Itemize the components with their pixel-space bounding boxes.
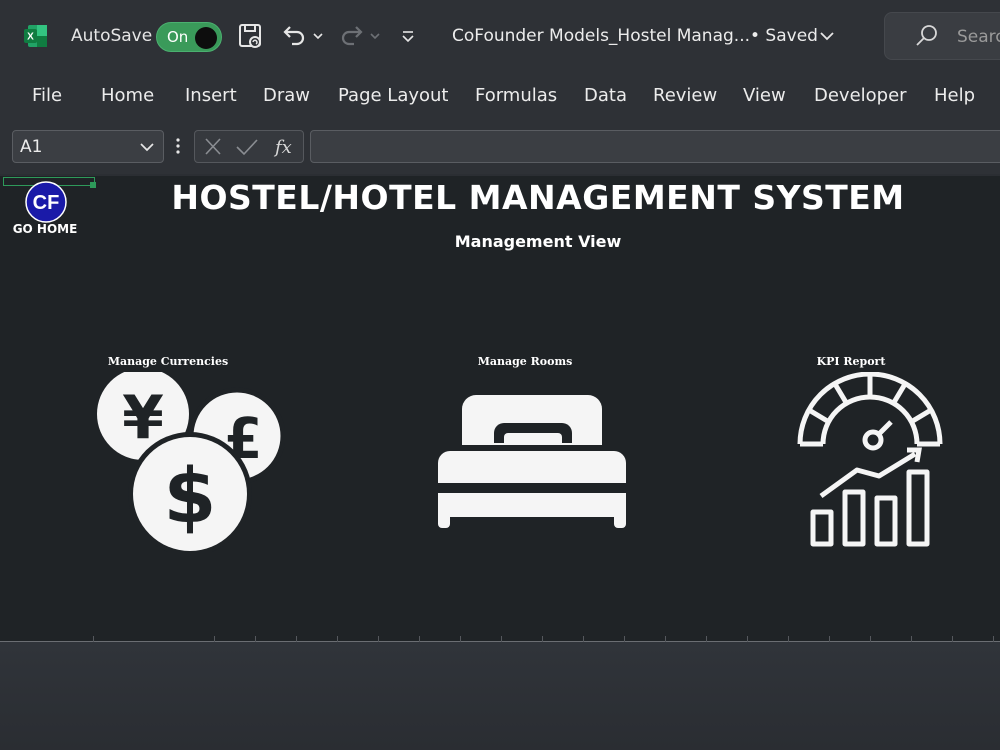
column-divider bbox=[296, 636, 297, 642]
title-bar: X AutoSave On CoFounder Models_Hostel Ma… bbox=[0, 0, 1000, 72]
column-divider bbox=[337, 636, 338, 642]
column-divider bbox=[419, 636, 420, 642]
page-subtitle: Management View bbox=[454, 232, 622, 251]
column-divider bbox=[214, 636, 215, 642]
column-divider bbox=[911, 636, 912, 642]
tab-draw[interactable]: Draw bbox=[263, 85, 310, 106]
save-icon[interactable] bbox=[238, 22, 264, 50]
column-divider bbox=[870, 636, 871, 642]
column-divider bbox=[501, 636, 502, 642]
column-divider bbox=[993, 636, 994, 642]
tab-page-layout[interactable]: Page Layout bbox=[338, 85, 449, 106]
formula-controls: fx bbox=[194, 130, 304, 163]
svg-text:X: X bbox=[27, 32, 34, 43]
redo-icon[interactable] bbox=[338, 22, 366, 50]
tab-view[interactable]: View bbox=[743, 85, 786, 106]
worksheet-empty-area bbox=[0, 641, 1000, 750]
toggle-knob bbox=[195, 27, 217, 49]
column-divider bbox=[460, 636, 461, 642]
go-home-button[interactable]: GO HOME bbox=[0, 222, 90, 236]
kpi-gauge-icon[interactable] bbox=[795, 372, 945, 550]
search-box[interactable]: Search bbox=[884, 12, 1000, 60]
more-options-icon[interactable] bbox=[174, 136, 182, 156]
column-divider bbox=[829, 636, 830, 642]
search-icon bbox=[916, 25, 937, 46]
tab-formulas[interactable]: Formulas bbox=[475, 85, 557, 106]
column-divider bbox=[665, 636, 666, 642]
column-divider bbox=[788, 636, 789, 642]
name-box[interactable]: A1 bbox=[12, 130, 164, 163]
bed-icon[interactable] bbox=[436, 393, 628, 531]
column-divider bbox=[255, 636, 256, 642]
tile-label-manage-currencies[interactable]: Manage Currencies bbox=[88, 355, 248, 368]
formula-bar: A1 fx bbox=[0, 122, 1000, 174]
column-divider bbox=[747, 636, 748, 642]
autosave-label: AutoSave bbox=[71, 26, 153, 46]
tile-label-manage-rooms[interactable]: Manage Rooms bbox=[445, 355, 605, 368]
chevron-down-icon[interactable] bbox=[818, 22, 836, 50]
ribbon-tabs: File Home Insert Draw Page Layout Formul… bbox=[0, 72, 1000, 122]
saved-status[interactable]: • Saved bbox=[750, 26, 818, 46]
toggle-state-label: On bbox=[167, 28, 189, 46]
document-title[interactable]: CoFounder Models_Hostel Manag... bbox=[452, 26, 750, 46]
redo-dropdown-chevron-icon[interactable] bbox=[369, 22, 381, 50]
cofounder-logo-icon[interactable]: CF bbox=[25, 181, 67, 223]
insert-function-fx-icon[interactable]: fx bbox=[273, 135, 299, 159]
tile-label-kpi-report[interactable]: KPI Report bbox=[780, 355, 922, 368]
tab-developer[interactable]: Developer bbox=[814, 85, 907, 106]
svg-text:fx: fx bbox=[273, 137, 292, 158]
search-placeholder: Search bbox=[957, 27, 1000, 47]
name-box-value: A1 bbox=[20, 137, 43, 157]
column-divider bbox=[706, 636, 707, 642]
enter-check-icon[interactable] bbox=[235, 138, 259, 156]
currency-icon[interactable]: ¥ £ $ bbox=[95, 372, 285, 552]
formula-input[interactable] bbox=[310, 130, 1000, 163]
autosave-toggle[interactable]: On bbox=[156, 22, 222, 52]
tab-insert[interactable]: Insert bbox=[185, 85, 237, 106]
tab-help[interactable]: Help bbox=[934, 85, 975, 106]
column-divider bbox=[583, 636, 584, 642]
chevron-down-icon[interactable] bbox=[139, 140, 155, 154]
column-divider bbox=[542, 636, 543, 642]
page-title: HOSTEL/HOTEL MANAGEMENT SYSTEM bbox=[171, 178, 905, 217]
logo-text: CF bbox=[33, 192, 60, 214]
column-divider bbox=[624, 636, 625, 642]
customize-toolbar-icon[interactable] bbox=[400, 22, 416, 50]
column-divider bbox=[378, 636, 379, 642]
undo-dropdown-chevron-icon[interactable] bbox=[312, 22, 324, 50]
column-divider bbox=[93, 636, 94, 642]
svg-text:$: $ bbox=[164, 451, 217, 540]
fill-handle[interactable] bbox=[90, 182, 96, 188]
tab-data[interactable]: Data bbox=[584, 85, 627, 106]
undo-icon[interactable] bbox=[280, 22, 308, 50]
excel-logo-icon: X bbox=[24, 25, 47, 47]
tab-home[interactable]: Home bbox=[101, 85, 154, 106]
tab-file[interactable]: File bbox=[32, 85, 62, 106]
tab-review[interactable]: Review bbox=[653, 85, 717, 106]
column-divider bbox=[952, 636, 953, 642]
cancel-icon[interactable] bbox=[203, 138, 223, 156]
